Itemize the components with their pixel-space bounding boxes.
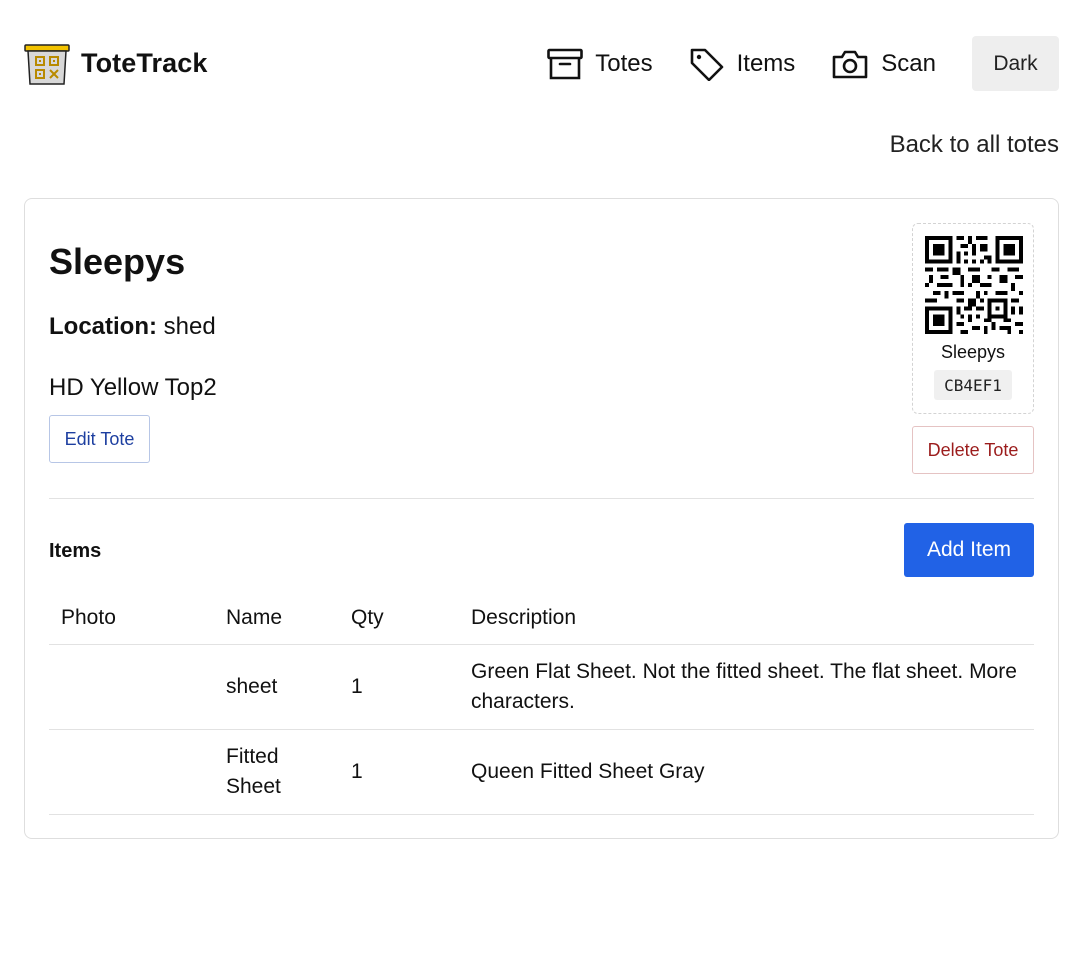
section-divider [49,498,1034,499]
tote-location: Location: shed [49,313,216,341]
item-description: Green Flat Sheet. Not the fitted sheet. … [459,644,1034,730]
nav-item-items[interactable]: Items [689,47,796,81]
add-item-button[interactable]: Add Item [904,523,1034,577]
edit-tote-button[interactable]: Edit Tote [49,415,150,463]
tote-detail-card: Sleepys Location: shed HD Yellow Top2 Ed… [24,198,1059,839]
qr-code-icon [925,236,1023,334]
nav-item-scan[interactable]: Scan [831,48,936,80]
camera-icon [832,50,868,78]
items-table: Photo Name Qty Description sheet 1 Green… [49,593,1034,815]
nav-label-totes: Totes [595,49,653,77]
brand[interactable]: ToteTrack [24,40,207,86]
location-value: shed [163,313,216,340]
item-description: Queen Fitted Sheet Gray [459,729,1034,815]
item-name: Fitted Sheet [214,729,339,815]
tag-icon [690,48,723,81]
item-qty: 1 [339,729,459,815]
column-header-description: Description [459,593,1034,645]
nav-item-totes[interactable]: Totes [547,48,653,80]
table-row[interactable]: sheet 1 Green Flat Sheet. Not the fitted… [49,644,1034,730]
tote-logo-icon [24,40,70,86]
back-to-totes-link[interactable]: Back to all totes [890,131,1059,159]
nav-label-scan: Scan [881,49,936,77]
column-header-qty: Qty [339,593,459,645]
qr-tote-name: Sleepys [940,342,1006,362]
main-nav: Totes Items Scan Dark [547,36,1059,91]
delete-tote-button[interactable]: Delete Tote [912,426,1034,474]
qr-label-card[interactable]: Sleepys CB4EF1 [912,223,1034,414]
item-photo [49,644,214,730]
table-row[interactable]: Fitted Sheet 1 Queen Fitted Sheet Gray [49,729,1034,815]
item-photo [49,729,214,815]
location-label: Location: [49,313,157,340]
archive-box-icon [547,48,584,79]
table-header-row: Photo Name Qty Description [49,593,1034,645]
theme-toggle-button[interactable]: Dark [972,36,1059,91]
column-header-photo: Photo [49,593,214,645]
item-name: sheet [214,644,339,730]
tote-code-badge: CB4EF1 [934,370,1012,400]
brand-name: ToteTrack [81,47,208,78]
tote-title: Sleepys [49,241,186,282]
item-qty: 1 [339,644,459,730]
items-heading: Items [49,540,102,562]
app-header: ToteTrack Totes Items Scan Dark [24,36,1059,91]
column-header-name: Name [214,593,339,645]
nav-label-items: Items [736,49,796,77]
tote-description: HD Yellow Top2 [49,374,217,401]
